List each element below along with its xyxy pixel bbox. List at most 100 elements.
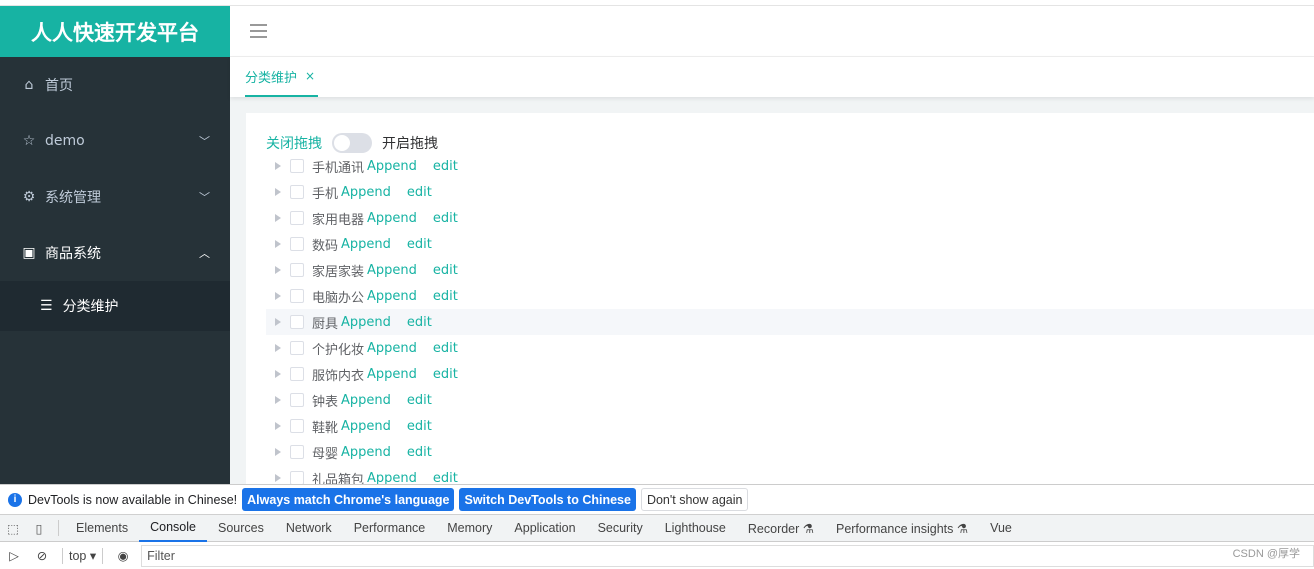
expand-icon[interactable] bbox=[275, 292, 281, 300]
sidebar-toggle-icon[interactable]: ▷ bbox=[0, 548, 28, 563]
expand-icon[interactable] bbox=[275, 214, 281, 222]
devtools-tab[interactable]: Recorder ⚗ bbox=[737, 515, 825, 542]
context-select[interactable]: top ▾ bbox=[69, 548, 96, 563]
append-button[interactable]: Append bbox=[367, 159, 417, 174]
node-checkbox[interactable] bbox=[290, 185, 304, 199]
expand-icon[interactable] bbox=[275, 474, 281, 482]
append-button[interactable]: Append bbox=[341, 419, 391, 434]
sidebar-item-system[interactable]: ⚙ 系统管理 ﹀ bbox=[0, 169, 230, 225]
inspect-icon[interactable]: ⬚ bbox=[0, 521, 26, 536]
tree-node[interactable]: 钟表 Append edit bbox=[266, 387, 1314, 413]
expand-icon[interactable] bbox=[275, 422, 281, 430]
edit-button[interactable]: edit bbox=[433, 367, 458, 382]
edit-button[interactable]: edit bbox=[433, 471, 458, 485]
expand-icon[interactable] bbox=[275, 240, 281, 248]
edit-button[interactable]: edit bbox=[433, 211, 458, 226]
node-checkbox[interactable] bbox=[290, 237, 304, 251]
sidebar-item-product[interactable]: ▣ 商品系统 ︿ bbox=[0, 225, 230, 281]
devtools-tab[interactable]: Performance bbox=[343, 515, 437, 542]
append-button[interactable]: Append bbox=[341, 445, 391, 460]
sidebar-subitem-category[interactable]: ☰ 分类维护 bbox=[0, 281, 230, 331]
edit-button[interactable]: edit bbox=[407, 185, 432, 200]
devtools-tab[interactable]: Sources bbox=[207, 515, 275, 542]
devtools-tab[interactable]: Memory bbox=[436, 515, 503, 542]
node-checkbox[interactable] bbox=[290, 341, 304, 355]
edit-button[interactable]: edit bbox=[433, 159, 458, 174]
device-toolbar-icon[interactable]: ▯ bbox=[26, 521, 52, 536]
tree-node[interactable]: 个护化妆 Append edit bbox=[266, 335, 1314, 361]
node-checkbox[interactable] bbox=[290, 263, 304, 277]
expand-icon[interactable] bbox=[275, 162, 281, 170]
expand-icon[interactable] bbox=[275, 318, 281, 326]
filter-input[interactable]: Filter bbox=[141, 544, 1314, 567]
edit-button[interactable]: edit bbox=[407, 419, 432, 434]
append-button[interactable]: Append bbox=[367, 263, 417, 278]
append-button[interactable]: Append bbox=[367, 211, 417, 226]
close-icon[interactable]: × bbox=[305, 69, 315, 83]
edit-button[interactable]: edit bbox=[433, 289, 458, 304]
tree-node[interactable]: 厨具 Append edit bbox=[266, 309, 1314, 335]
tree-node[interactable]: 手机 Append edit bbox=[266, 179, 1314, 205]
node-checkbox[interactable] bbox=[290, 367, 304, 381]
expand-icon[interactable] bbox=[275, 344, 281, 352]
node-checkbox[interactable] bbox=[290, 471, 304, 484]
tree-node[interactable]: 鞋靴 Append edit bbox=[266, 413, 1314, 439]
expand-icon[interactable] bbox=[275, 396, 281, 404]
expand-icon[interactable] bbox=[275, 188, 281, 196]
drag-toggle[interactable] bbox=[332, 133, 372, 153]
match-language-button[interactable]: Always match Chrome's language bbox=[242, 488, 455, 511]
sidebar-item-demo[interactable]: ☆ demo ﹀ bbox=[0, 113, 230, 169]
append-button[interactable]: Append bbox=[341, 315, 391, 330]
append-button[interactable]: Append bbox=[341, 237, 391, 252]
node-checkbox[interactable] bbox=[290, 159, 304, 173]
edit-button[interactable]: edit bbox=[407, 315, 432, 330]
expand-icon[interactable] bbox=[275, 448, 281, 456]
tree-node[interactable]: 礼品箱包 Append edit bbox=[266, 465, 1314, 484]
devtools-tab[interactable]: Console bbox=[139, 515, 207, 542]
expand-icon[interactable] bbox=[275, 370, 281, 378]
devtools-tab[interactable]: Application bbox=[503, 515, 586, 542]
edit-button[interactable]: edit bbox=[407, 393, 432, 408]
node-checkbox[interactable] bbox=[290, 289, 304, 303]
menu-toggle-icon[interactable] bbox=[250, 24, 267, 38]
dont-show-again-button[interactable]: Don't show again bbox=[640, 488, 749, 511]
devtools-tab[interactable]: Network bbox=[275, 515, 343, 542]
sidebar-item-home[interactable]: ⌂ 首页 bbox=[0, 57, 230, 113]
app-logo[interactable]: 人人快速开发平台 bbox=[0, 6, 230, 57]
node-checkbox[interactable] bbox=[290, 419, 304, 433]
append-button[interactable]: Append bbox=[341, 185, 391, 200]
tree-node[interactable]: 电脑办公 Append edit bbox=[266, 283, 1314, 309]
edit-button[interactable]: edit bbox=[407, 445, 432, 460]
node-checkbox[interactable] bbox=[290, 393, 304, 407]
append-button[interactable]: Append bbox=[367, 471, 417, 485]
append-button[interactable]: Append bbox=[367, 367, 417, 382]
tree-node[interactable]: 数码 Append edit bbox=[266, 231, 1314, 257]
node-checkbox[interactable] bbox=[290, 211, 304, 225]
node-checkbox[interactable] bbox=[290, 315, 304, 329]
tree-node[interactable]: 家居家装 Append edit bbox=[266, 257, 1314, 283]
tree-node[interactable]: 母婴 Append edit bbox=[266, 439, 1314, 465]
node-checkbox[interactable] bbox=[290, 445, 304, 459]
devtools-tab[interactable]: Elements bbox=[65, 515, 139, 542]
edit-button[interactable]: edit bbox=[433, 263, 458, 278]
edit-button[interactable]: edit bbox=[433, 341, 458, 356]
tree-node[interactable]: 家用电器 Append edit bbox=[266, 205, 1314, 231]
devtools: i DevTools is now available in Chinese! … bbox=[0, 484, 1314, 569]
expand-icon[interactable] bbox=[275, 266, 281, 274]
switch-on-label[interactable]: 开启拖拽 bbox=[382, 133, 438, 153]
devtools-tab[interactable]: Security bbox=[587, 515, 654, 542]
clear-console-icon[interactable]: ⊘ bbox=[28, 548, 56, 563]
edit-button[interactable]: edit bbox=[407, 237, 432, 252]
tab-category[interactable]: 分类维护 × bbox=[245, 57, 319, 97]
tree-node[interactable]: 服饰内衣 Append edit bbox=[266, 361, 1314, 387]
switch-chinese-button[interactable]: Switch DevTools to Chinese bbox=[459, 488, 636, 511]
devtools-tab[interactable]: Vue bbox=[979, 515, 1023, 542]
devtools-tab[interactable]: Lighthouse bbox=[654, 515, 737, 542]
tree-node[interactable]: 手机通讯 Append edit bbox=[266, 153, 1314, 179]
append-button[interactable]: Append bbox=[367, 289, 417, 304]
append-button[interactable]: Append bbox=[367, 341, 417, 356]
switch-off-label[interactable]: 关闭拖拽 bbox=[266, 133, 322, 153]
append-button[interactable]: Append bbox=[341, 393, 391, 408]
eye-icon[interactable]: ◉ bbox=[109, 548, 137, 563]
devtools-tab[interactable]: Performance insights ⚗ bbox=[825, 515, 979, 542]
